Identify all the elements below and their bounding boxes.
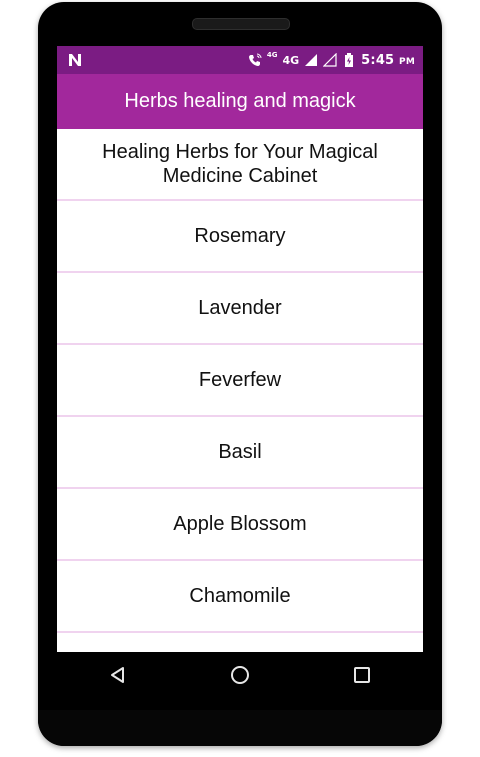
phone-frame: 4G 4G 5:45 PM Herbs healing and magick H… [38, 2, 442, 746]
speaker-grille [192, 18, 290, 30]
app-title: Herbs healing and magick [124, 90, 356, 112]
list-item-lavender[interactable]: Lavender [57, 273, 423, 345]
network-type-small: 4G [266, 51, 278, 59]
list-item-partial[interactable] [57, 633, 423, 652]
app-title-bar: Herbs healing and magick [57, 74, 423, 129]
list-item-rosemary[interactable]: Rosemary [57, 201, 423, 273]
list-item-basil[interactable]: Basil [57, 417, 423, 489]
screen: 4G 4G 5:45 PM Herbs healing and magick H… [57, 46, 423, 652]
herb-list: Healing Herbs for Your Magical Medicine … [57, 129, 423, 652]
list-item-healing-herbs[interactable]: Healing Herbs for Your Magical Medicine … [57, 129, 423, 201]
network-type: 4G [282, 53, 300, 67]
home-button[interactable] [220, 655, 260, 695]
recents-button[interactable] [342, 655, 382, 695]
wifi-calling-icon [248, 53, 262, 66]
list-item-feverfew[interactable]: Feverfew [57, 345, 423, 417]
signal-icon [305, 54, 318, 66]
list-item-apple-blossom[interactable]: Apple Blossom [57, 489, 423, 561]
back-icon [111, 667, 124, 683]
list-item-chamomile[interactable]: Chamomile [57, 561, 423, 633]
clock: 5:45 PM [361, 52, 415, 68]
recents-icon [354, 667, 370, 683]
notification-n-icon [69, 54, 81, 66]
status-bar: 4G 4G 5:45 PM [57, 46, 423, 74]
battery-charging-icon [345, 53, 354, 67]
home-icon [231, 666, 249, 684]
bottom-bezel [38, 710, 442, 746]
no-signal-icon [323, 53, 337, 67]
navigation-bar [57, 652, 423, 698]
back-button[interactable] [98, 655, 138, 695]
